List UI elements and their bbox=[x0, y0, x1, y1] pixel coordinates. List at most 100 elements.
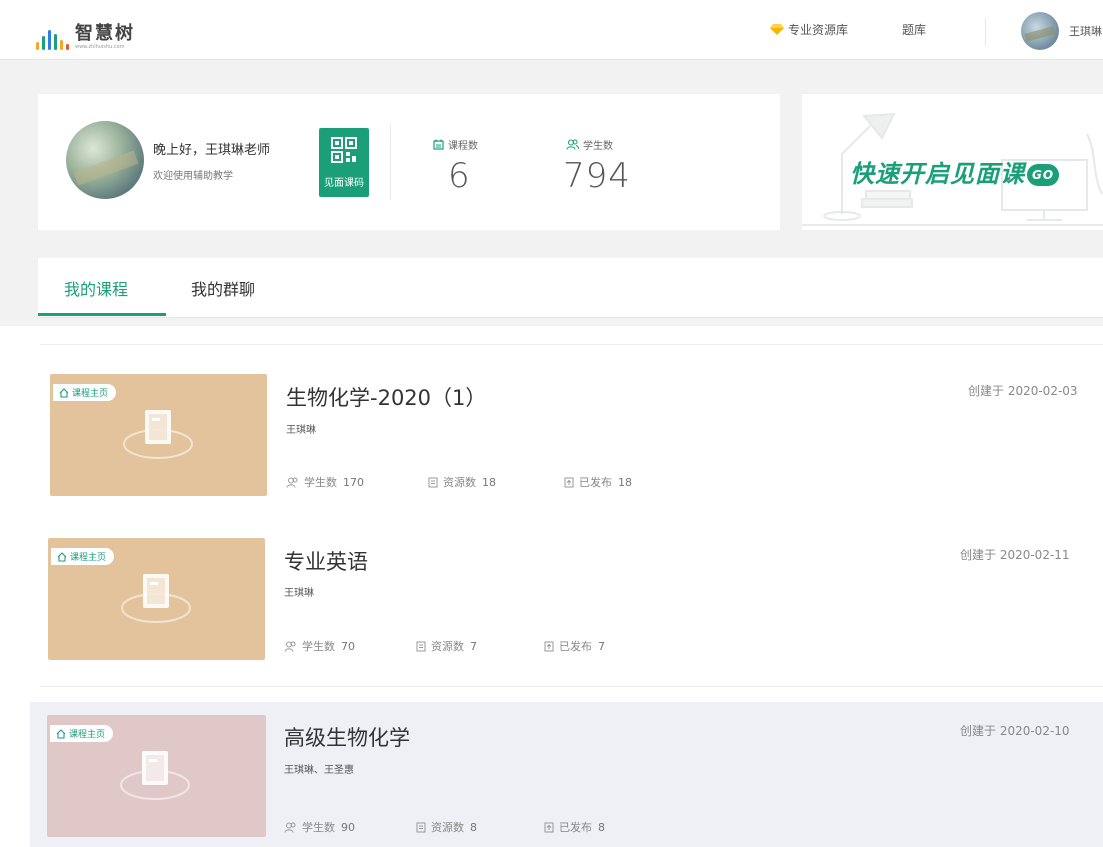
resources-value: 7 bbox=[470, 639, 477, 653]
home-icon bbox=[56, 728, 66, 739]
list-divider bbox=[40, 344, 1103, 345]
publish-icon bbox=[544, 822, 554, 832]
active-tab-indicator bbox=[38, 313, 166, 316]
students-value: 70 bbox=[341, 639, 355, 653]
course-row[interactable]: 课程主页 专业英语 王琪琳 学生数 70 资源数 7 已发布 7 创建于 2020-0… bbox=[40, 526, 1103, 666]
logo[interactable]: 智慧树 www.zhihuishu.com bbox=[36, 14, 135, 50]
course-title[interactable]: 专业英语 bbox=[284, 546, 368, 576]
resources-label: 资源数 bbox=[443, 476, 476, 489]
course-students: 学生数 170 bbox=[286, 474, 364, 490]
user-avatar[interactable] bbox=[1021, 12, 1059, 50]
stat-courses-label: 课程数 bbox=[433, 137, 478, 152]
meeting-code-button[interactable]: 见面课码 bbox=[319, 128, 369, 197]
logo-name: 智慧树 bbox=[75, 23, 135, 44]
resources-label: 资源数 bbox=[431, 640, 464, 653]
nav-divider bbox=[985, 18, 986, 46]
publish-icon bbox=[544, 641, 554, 651]
profile-card: 晚上好，王琪琳老师 欢迎使用辅助教学 见面课码 课程数 6 学生数 794 bbox=[38, 94, 780, 230]
published-value: 18 bbox=[618, 475, 632, 489]
calendar-icon bbox=[433, 139, 444, 150]
book-icon bbox=[123, 410, 193, 459]
course-row[interactable]: 课程主页 高级生物化学 王琪琳、王圣惠 学生数 90 资源数 8 已发布 8 创建于 … bbox=[30, 702, 1103, 847]
published-value: 8 bbox=[598, 820, 605, 834]
course-home-tag[interactable]: 课程主页 bbox=[53, 384, 117, 401]
publish-icon bbox=[564, 477, 574, 487]
resources-value: 18 bbox=[482, 475, 496, 489]
students-label-text: 学生数 bbox=[583, 141, 613, 152]
course-published: 已发布 8 bbox=[544, 819, 605, 835]
book-icon bbox=[121, 574, 191, 623]
qr-code-icon bbox=[331, 137, 357, 163]
students-label: 学生数 bbox=[302, 821, 335, 834]
resource-icon bbox=[416, 641, 426, 651]
course-title[interactable]: 生物化学-2020（1） bbox=[286, 382, 486, 412]
quick-start-banner[interactable]: 快速开启见面课 GO bbox=[802, 94, 1103, 230]
home-icon bbox=[57, 551, 67, 562]
course-cover[interactable]: 课程主页 bbox=[47, 715, 266, 837]
nav-question-bank[interactable]: 题库 bbox=[902, 21, 926, 38]
students-icon bbox=[286, 477, 298, 488]
students-icon bbox=[284, 641, 296, 652]
course-published: 已发布 7 bbox=[544, 638, 605, 654]
go-badge: GO bbox=[1027, 164, 1059, 186]
students-label: 学生数 bbox=[302, 640, 335, 653]
course-created-date: 创建于 2020-02-11 bbox=[960, 548, 1070, 562]
nav-resource-label: 专业资源库 bbox=[788, 23, 849, 37]
course-resources: 资源数 18 bbox=[428, 474, 496, 490]
course-created-date: 创建于 2020-02-03 bbox=[968, 384, 1078, 398]
book-icon bbox=[120, 751, 190, 800]
profile-avatar bbox=[66, 121, 144, 199]
students-icon bbox=[284, 822, 296, 833]
stat-students-label: 学生数 bbox=[566, 137, 613, 152]
students-icon bbox=[566, 139, 579, 150]
course-published: 已发布 18 bbox=[564, 474, 632, 490]
diamond-icon bbox=[770, 24, 784, 35]
card-divider bbox=[390, 124, 391, 200]
course-row[interactable]: 课程主页 生物化学-2020（1） 王琪琳 学生数 170 资源数 18 已发布 18… bbox=[40, 362, 1103, 502]
tab-my-courses[interactable]: 我的课程 bbox=[64, 276, 128, 300]
course-home-label: 课程主页 bbox=[72, 389, 109, 399]
published-label: 已发布 bbox=[559, 640, 592, 653]
published-value: 7 bbox=[598, 639, 605, 653]
courses-label-text: 课程数 bbox=[448, 141, 478, 152]
course-students: 学生数 90 bbox=[284, 819, 355, 835]
welcome-text: 欢迎使用辅助教学 bbox=[153, 171, 233, 182]
course-home-label: 课程主页 bbox=[70, 553, 107, 563]
course-created-date: 创建于 2020-02-10 bbox=[960, 724, 1070, 738]
course-teacher: 王琪琳 bbox=[284, 588, 314, 599]
students-label: 学生数 bbox=[304, 476, 337, 489]
course-teacher: 王琪琳 bbox=[286, 425, 316, 436]
banner-text: 快速开启见面课 GO bbox=[850, 154, 1059, 189]
meeting-code-label: 见面课码 bbox=[324, 178, 364, 189]
course-resources: 资源数 8 bbox=[416, 819, 477, 835]
home-icon bbox=[59, 387, 69, 398]
course-cover[interactable]: 课程主页 bbox=[50, 374, 267, 496]
banner-title: 快速开启见面课 bbox=[850, 160, 1025, 188]
logo-bars-icon bbox=[36, 28, 69, 50]
tabs-bar: 我的课程 我的群聊 bbox=[38, 258, 1103, 318]
nav-resource-library[interactable]: 专业资源库 bbox=[770, 21, 848, 38]
published-label: 已发布 bbox=[559, 821, 592, 834]
course-teacher: 王琪琳、王圣惠 bbox=[284, 765, 354, 776]
top-header: 智慧树 www.zhihuishu.com 专业资源库 题库 王琪琳 bbox=[0, 0, 1103, 60]
course-students: 学生数 70 bbox=[284, 638, 355, 654]
students-value: 90 bbox=[341, 820, 355, 834]
course-list: 课程主页 生物化学-2020（1） 王琪琳 学生数 170 资源数 18 已发布 18… bbox=[0, 326, 1103, 847]
course-home-tag[interactable]: 课程主页 bbox=[50, 725, 114, 742]
logo-url: www.zhihuishu.com bbox=[75, 44, 125, 50]
course-home-tag[interactable]: 课程主页 bbox=[51, 548, 115, 565]
resource-icon bbox=[428, 477, 438, 487]
resources-label: 资源数 bbox=[431, 821, 464, 834]
course-title[interactable]: 高级生物化学 bbox=[284, 722, 410, 752]
course-resources: 资源数 7 bbox=[416, 638, 477, 654]
resource-icon bbox=[416, 822, 426, 832]
list-divider bbox=[40, 686, 1103, 687]
course-cover[interactable]: 课程主页 bbox=[48, 538, 265, 660]
greeting-text: 晚上好，王琪琳老师 bbox=[153, 143, 271, 158]
tab-my-groups[interactable]: 我的群聊 bbox=[191, 276, 255, 300]
stat-courses-value: 6 bbox=[448, 156, 471, 196]
user-name[interactable]: 王琪琳 bbox=[1069, 23, 1102, 39]
published-label: 已发布 bbox=[579, 476, 612, 489]
course-home-label: 课程主页 bbox=[69, 730, 106, 740]
resources-value: 8 bbox=[470, 820, 477, 834]
